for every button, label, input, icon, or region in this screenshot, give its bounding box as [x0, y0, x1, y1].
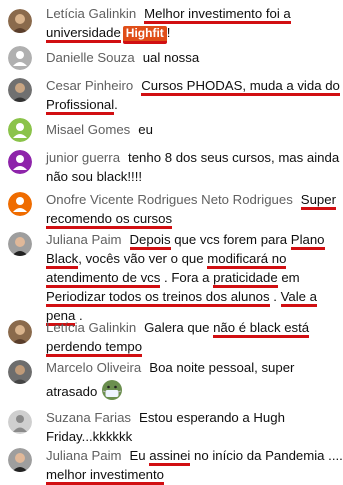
avatar[interactable]: [8, 232, 32, 256]
message-text: em: [277, 270, 300, 285]
avatar[interactable]: [8, 46, 32, 70]
message-author[interactable]: Letícia Galinkin: [46, 320, 136, 335]
woman-curly-photo-icon: [8, 9, 32, 33]
message-text: perdendo tempo: [46, 339, 143, 357]
default-silhouette-avatar-icon: [8, 410, 32, 434]
message-text: modificará no: [207, 251, 287, 269]
avatar[interactable]: [8, 410, 32, 434]
message-text: Black: [46, 251, 79, 269]
message-author[interactable]: Marcelo Oliveira: [46, 360, 141, 375]
message-text: não sou black!!!!: [46, 169, 143, 184]
message-text: recomendo os cursos: [46, 211, 173, 229]
message-author[interactable]: Suzana Farias: [46, 410, 131, 425]
default-green-avatar-icon: [8, 118, 32, 142]
message-text: ual nossa: [142, 50, 200, 65]
message-text: atendimento de vcs: [46, 270, 161, 288]
avatar[interactable]: [8, 78, 32, 102]
message-text: universidade: [46, 25, 121, 43]
message-text: Estou esperando a Hugh: [139, 410, 285, 425]
message-text: Melhor investimento foi a: [144, 6, 291, 24]
message-text: Vale a: [280, 289, 318, 307]
message-text: , vocês vão ver o que: [78, 251, 208, 266]
woman-photo-icon: [8, 448, 32, 472]
highfit-badge: Highfit: [122, 26, 167, 44]
message-text: Eu: [129, 448, 150, 463]
message-text: Profissional: [46, 97, 115, 115]
message-text: Galera que: [144, 320, 214, 335]
message-author[interactable]: Juliana Paim: [46, 448, 122, 463]
message-text: não é black está: [213, 320, 310, 338]
message-author[interactable]: Danielle Souza: [46, 50, 135, 65]
message-text: Friday...kkkkkk: [46, 429, 133, 444]
message-author[interactable]: Cesar Pinheiro: [46, 78, 133, 93]
message-author[interactable]: Juliana Paim: [46, 232, 122, 247]
message-text: .: [269, 289, 281, 304]
message-text: no início da Pandemia ....: [190, 448, 343, 463]
avatar[interactable]: [8, 150, 32, 174]
message-text: tenho 8 dos seus cursos, mas ainda: [128, 150, 340, 165]
man-photo-2-icon: [8, 360, 32, 384]
message-text: Boa noite pessoal, super: [149, 360, 295, 375]
face-with-mask-emoji-icon: [101, 379, 123, 406]
message-text: eu: [138, 122, 153, 137]
man-photo-icon: [8, 78, 32, 102]
default-gray-avatar-icon: [8, 46, 32, 70]
avatar[interactable]: [8, 192, 32, 216]
avatar[interactable]: [8, 360, 32, 384]
message-author[interactable]: Misael Gomes: [46, 122, 130, 137]
message-text: melhor investimento: [46, 467, 165, 485]
woman-photo-icon: [8, 232, 32, 256]
avatar[interactable]: [8, 9, 32, 33]
message-text: .: [114, 97, 118, 112]
message-text: !: [166, 25, 171, 40]
message-text: . Fora a: [160, 270, 214, 285]
message-text: assinei: [149, 448, 191, 466]
message-text: Cursos PHODAS, muda a vida do: [141, 78, 340, 96]
message-text: Plano: [290, 232, 325, 250]
message-author[interactable]: Onofre Vicente Rodrigues Neto Rodrigues: [46, 192, 293, 207]
message-author[interactable]: Letícia Galinkin: [46, 6, 136, 21]
message-author[interactable]: junior guerra: [46, 150, 120, 165]
message-text: atrasado: [46, 383, 98, 399]
avatar[interactable]: [8, 320, 32, 344]
message-text: Periodizar todos os treinos dos alunos: [46, 289, 270, 307]
default-orange-avatar-icon: [8, 192, 32, 216]
message-text: Super: [300, 192, 336, 210]
message-text: que vcs forem para: [170, 232, 291, 247]
avatar[interactable]: [8, 448, 32, 472]
default-purple-avatar-icon: [8, 150, 32, 174]
message-text: Depois: [129, 232, 171, 250]
woman-curly-photo-icon: [8, 320, 32, 344]
message-text: praticidade: [213, 270, 278, 288]
avatar[interactable]: [8, 118, 32, 142]
